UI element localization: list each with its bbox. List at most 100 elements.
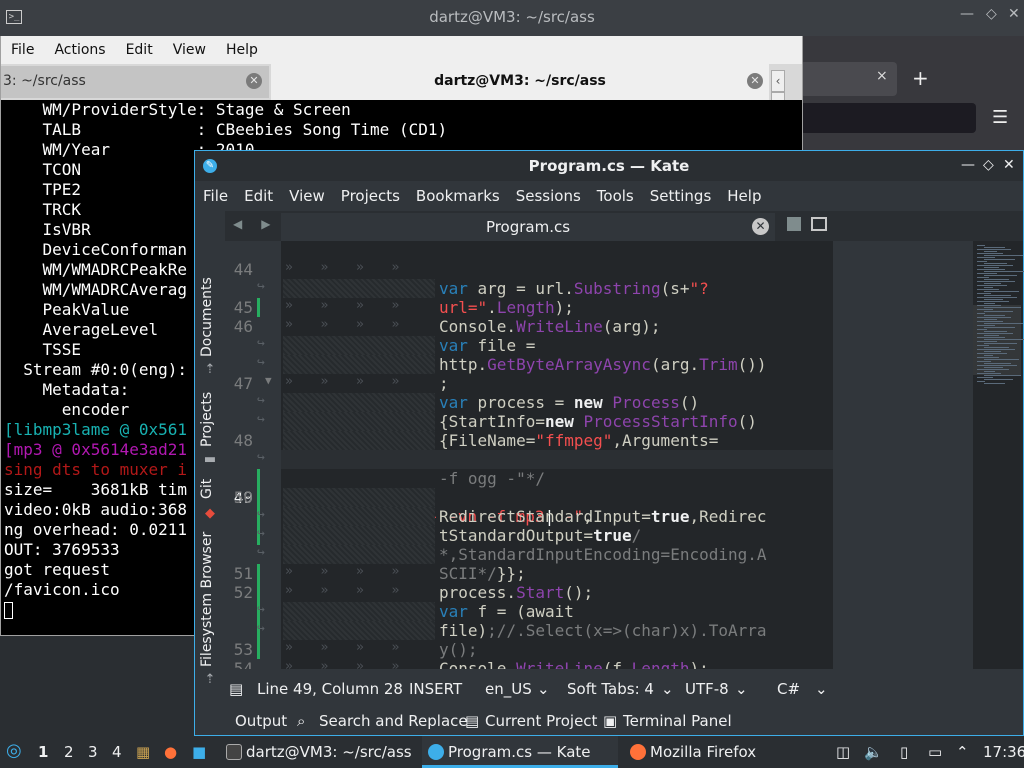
split-view-icon[interactable]	[787, 217, 801, 231]
chevron-down-icon[interactable]: ⌄	[661, 680, 674, 698]
konsole-tab-2[interactable]: dartz@VM3: ~/src/ass ✕	[271, 64, 769, 100]
minimap-line	[977, 365, 1017, 366]
minimap-line	[984, 267, 999, 268]
encoding-select[interactable]: UTF-8	[685, 680, 729, 698]
dictionary-select[interactable]: en_US	[485, 680, 532, 698]
document-tab[interactable]: Program.cs ✕	[281, 213, 775, 241]
input-mode[interactable]: INSERT	[409, 680, 462, 698]
upload-icon[interactable]: ⇡	[203, 363, 217, 377]
minimap-line	[984, 375, 1021, 376]
task-label: Program.cs — Kate	[448, 743, 591, 761]
task-firefox[interactable]: Mozilla Firefox	[624, 736, 804, 768]
chevron-left-icon[interactable]: ‹	[771, 70, 785, 92]
menu-file[interactable]: File	[1, 36, 44, 58]
folder-icon[interactable]: ▬	[203, 453, 217, 467]
network-icon[interactable]: ▭	[928, 743, 942, 761]
firefox-url-bar[interactable]	[800, 103, 976, 133]
firefox-icon[interactable]: ●	[164, 743, 177, 761]
konsole-titlebar[interactable]: >_ dartz@VM3: ~/src/ass — ◇ ✕	[0, 0, 1024, 36]
terminal-icon[interactable]: ▣	[603, 712, 617, 730]
file-manager-icon[interactable]: ▦	[136, 743, 150, 761]
sidebar-tab-filesystem-browser[interactable]: Filesystem Browser	[199, 532, 215, 667]
firefox-new-tab-icon[interactable]: +	[912, 66, 929, 90]
tool-terminal-panel[interactable]: Terminal Panel	[623, 712, 732, 730]
sidebar-tab-git[interactable]: Git	[199, 479, 215, 499]
minimap-line	[977, 301, 1009, 302]
tray-expand-icon[interactable]: ⌃	[956, 743, 969, 761]
desktop-2[interactable]: 2	[64, 743, 74, 761]
search-icon[interactable]: ⌕	[297, 712, 305, 730]
volume-icon[interactable]: 🔈	[864, 743, 883, 761]
notifications-icon[interactable]: ◫	[836, 743, 850, 761]
clipboard-icon[interactable]: ▯	[900, 743, 908, 761]
tab-close-icon[interactable]: ✕	[246, 73, 262, 89]
menu-view[interactable]: View	[163, 36, 216, 58]
minimap-line	[977, 293, 991, 294]
indent-select[interactable]: Soft Tabs: 4	[567, 680, 654, 698]
minimap-line	[977, 277, 989, 278]
maximize-icon[interactable]: ◇	[986, 6, 997, 22]
menu-help[interactable]: Help	[216, 36, 268, 58]
desktop-3[interactable]: 3	[88, 743, 98, 761]
minimap-line	[977, 281, 1015, 282]
git-icon[interactable]: ◆	[203, 507, 217, 521]
menu-settings[interactable]: Settings	[642, 181, 720, 205]
minimap-line	[977, 313, 985, 314]
kate-sidebar: Documents ⇡ Projects ▬ Git ◆ Filesystem …	[195, 211, 225, 687]
close-icon[interactable]: ✕	[1008, 6, 1020, 22]
menu-sessions[interactable]: Sessions	[508, 181, 589, 205]
kate-titlebar[interactable]: Program.cs — Kate	[195, 151, 1023, 181]
tool-current-project[interactable]: Current Project	[485, 712, 597, 730]
minimap-line	[984, 275, 1017, 276]
split-horizontal-icon[interactable]	[811, 217, 827, 231]
minimap-line	[984, 259, 1015, 260]
firefox-tab-close-icon[interactable]: ×	[876, 68, 888, 84]
menu-help[interactable]: Help	[719, 181, 769, 205]
tab-close-icon[interactable]: ✕	[747, 73, 763, 89]
menu-file[interactable]: File	[195, 181, 236, 205]
minimap-line	[984, 251, 997, 252]
minimap-line	[984, 327, 1015, 328]
menu-view[interactable]: View	[281, 181, 333, 205]
tab-nav-arrows[interactable]: ◀ ▶	[233, 217, 271, 231]
desktop-4[interactable]: 4	[112, 743, 122, 761]
minimize-icon[interactable]: —	[960, 6, 974, 22]
minimap[interactable]	[973, 241, 1024, 669]
project-icon[interactable]: ▤	[465, 712, 479, 730]
syntax-select[interactable]: C#	[777, 680, 800, 698]
code-editor[interactable]: 44» » » » var arg = url.Substring(s+"? ↪…	[227, 241, 833, 669]
app-launcher-icon[interactable]: ◎	[6, 740, 22, 761]
firefox-menu-icon[interactable]: ☰	[992, 107, 1008, 128]
minimap-line	[984, 371, 995, 372]
sidebar-tab-documents[interactable]: Documents	[199, 277, 215, 357]
close-document-icon[interactable]: ✕	[752, 218, 769, 235]
close-icon[interactable]: ✕	[1003, 157, 1015, 173]
minimap-line	[984, 255, 1023, 256]
menu-actions[interactable]: Actions	[44, 36, 115, 58]
desktop-1[interactable]: 1	[38, 743, 48, 761]
minimap-line	[977, 325, 995, 326]
minimap-line	[977, 285, 1007, 286]
tool-search-replace[interactable]: Search and Replace	[319, 712, 468, 730]
sidebar-tab-projects[interactable]: Projects	[199, 392, 215, 447]
clock[interactable]: 17:36	[983, 743, 1024, 761]
menu-projects[interactable]: Projects	[333, 181, 408, 205]
tool-output[interactable]: Output	[235, 712, 287, 730]
cursor-position[interactable]: Line 49, Column 28	[257, 680, 403, 698]
menu-tools[interactable]: Tools	[589, 181, 642, 205]
chevron-down-icon[interactable]: ⌄	[735, 680, 748, 698]
task-konsole[interactable]: dartz@VM3: ~/src/ass	[220, 736, 420, 768]
menu-edit[interactable]: Edit	[236, 181, 281, 205]
chevron-down-icon[interactable]: ⌄	[537, 680, 550, 698]
minimap-line	[977, 369, 1009, 370]
minimize-icon[interactable]: —	[961, 157, 975, 173]
menu-edit[interactable]: Edit	[116, 36, 163, 58]
upload-icon[interactable]: ⇡	[203, 673, 217, 687]
menu-bookmarks[interactable]: Bookmarks	[408, 181, 508, 205]
maximize-icon[interactable]: ◇	[983, 157, 994, 173]
konsole-tab-1[interactable]: 3: ~/src/ass ✕	[1, 66, 269, 98]
minimap-line	[977, 297, 1017, 298]
task-kate[interactable]: Program.cs — Kate	[422, 736, 618, 768]
chevron-down-icon[interactable]: ⌄	[815, 680, 828, 698]
window-icon[interactable]: ■	[192, 743, 206, 761]
